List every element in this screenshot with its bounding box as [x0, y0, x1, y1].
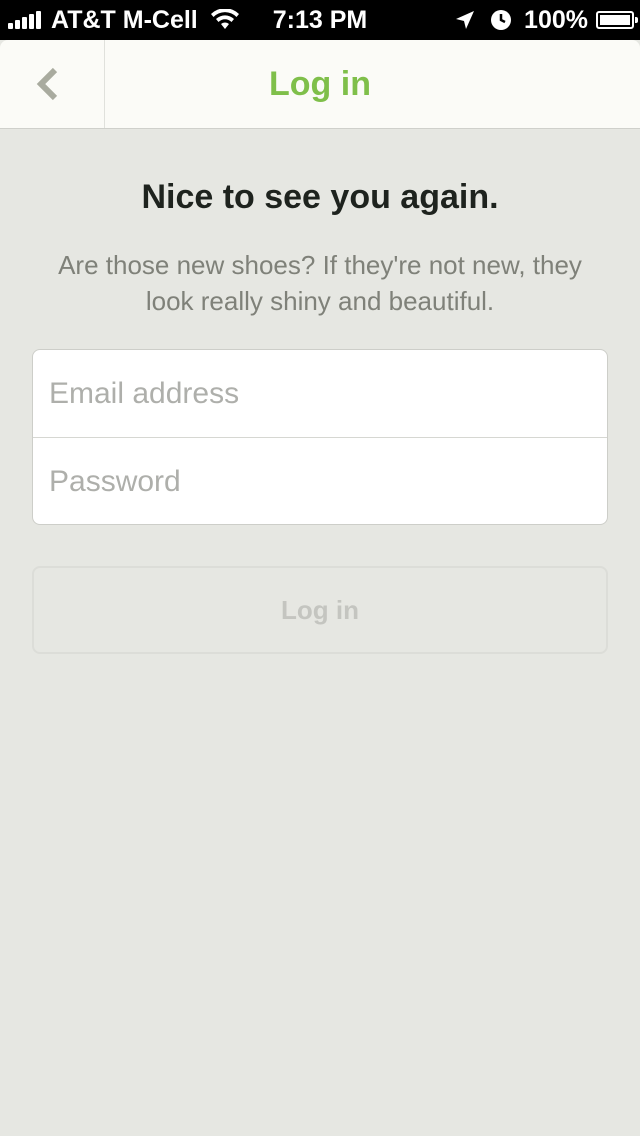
location-icon — [456, 11, 475, 29]
password-field[interactable] — [33, 438, 607, 524]
alarm-icon — [491, 10, 512, 30]
login-form — [32, 349, 608, 525]
login-button[interactable]: Log in — [32, 566, 608, 654]
nav-bar: Log in — [0, 40, 640, 129]
status-right: 100% — [454, 4, 638, 36]
email-field[interactable] — [33, 350, 607, 438]
chevron-left-icon — [36, 67, 58, 101]
back-button[interactable] — [0, 40, 105, 128]
subtext: Are those new shoes? If they're not new,… — [58, 250, 582, 316]
battery-percent: 100% — [524, 5, 588, 34]
status-bar: AT&T M-Cell 7:13 PM 100% — [0, 0, 640, 40]
page-title: Log in — [269, 65, 371, 103]
battery-icon — [596, 11, 638, 29]
headline: Nice to see you again. — [141, 178, 499, 216]
